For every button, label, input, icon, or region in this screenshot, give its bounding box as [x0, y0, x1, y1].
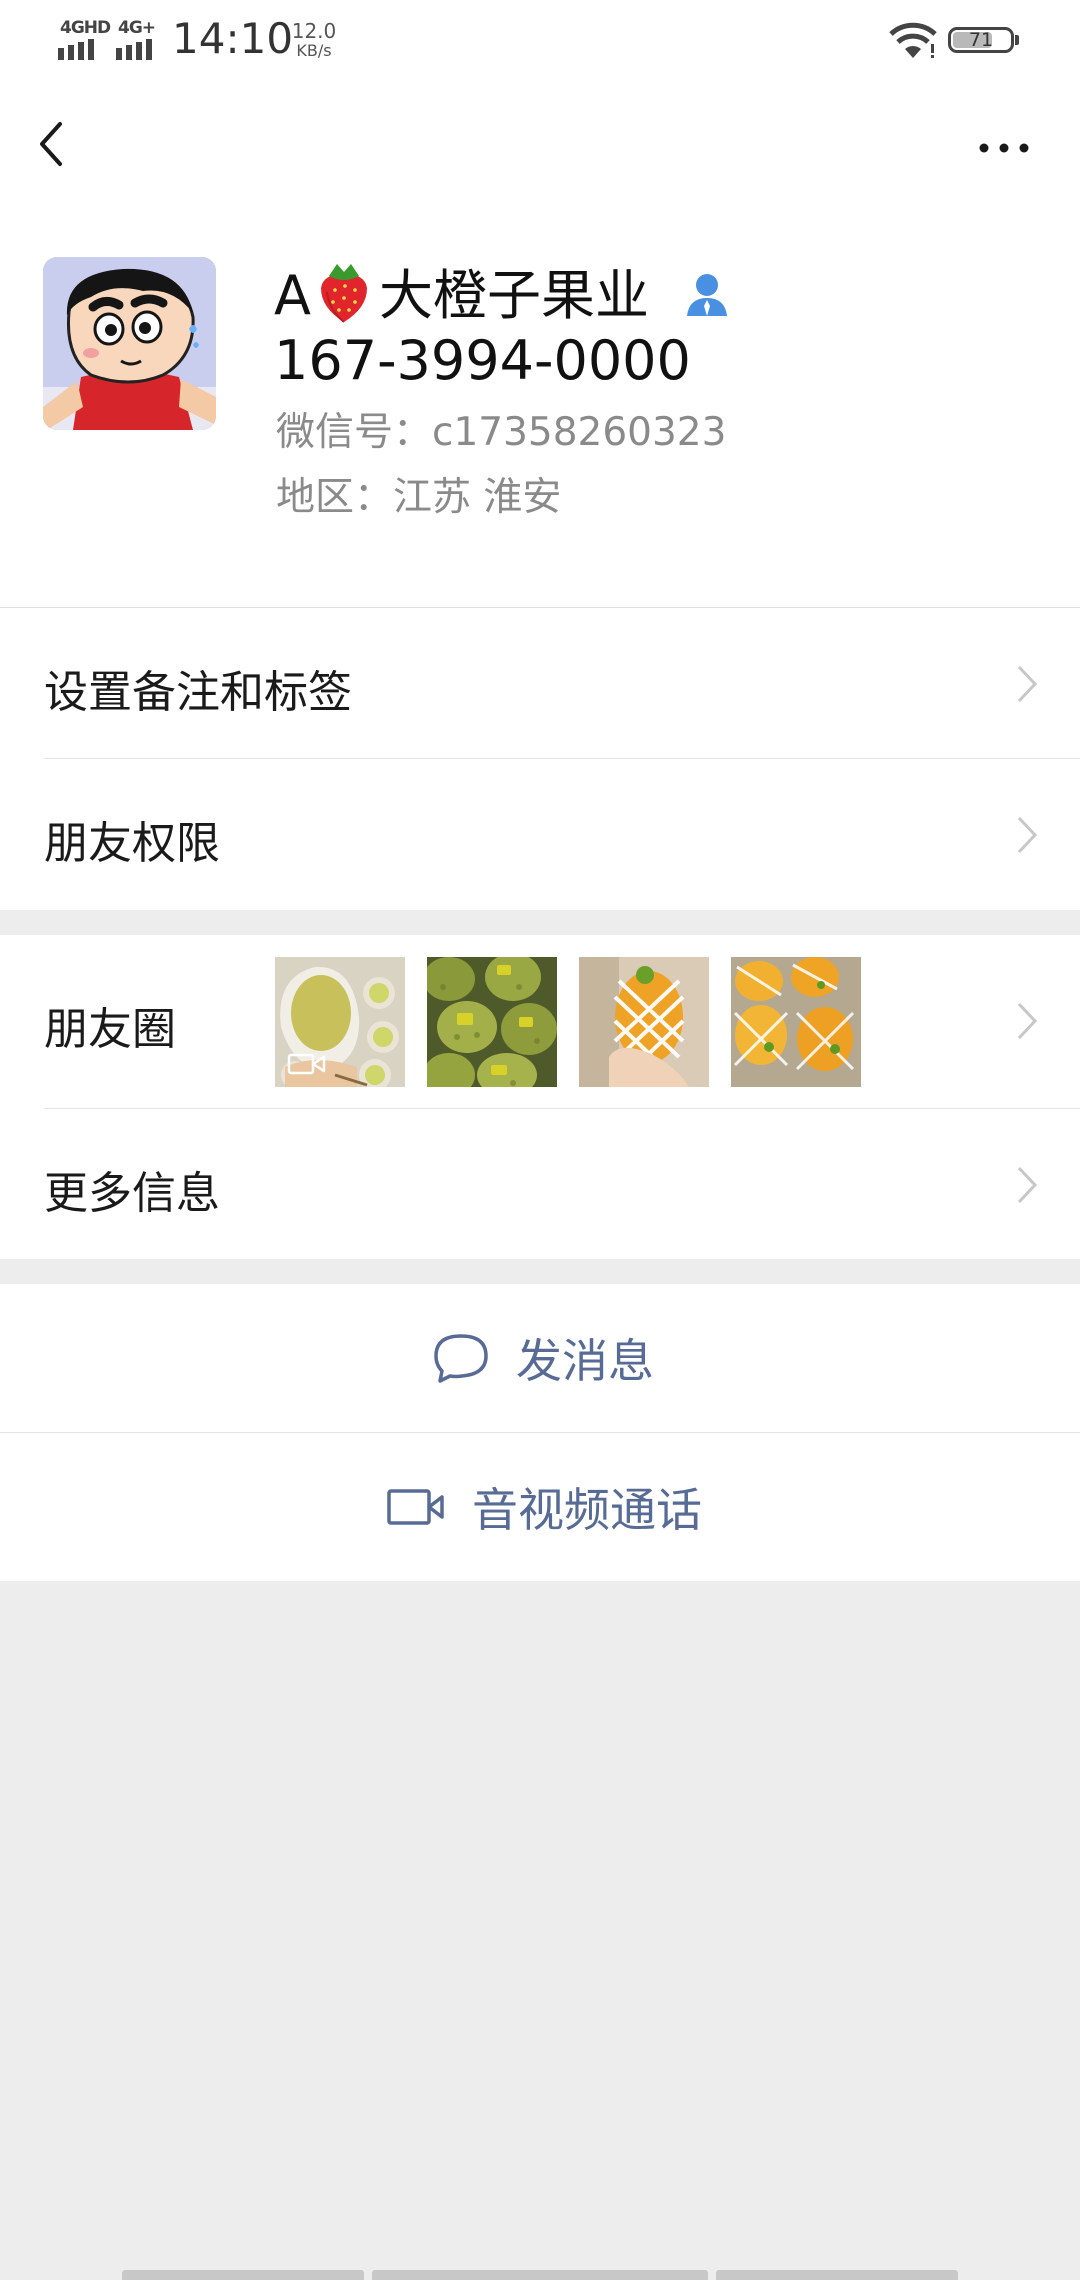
nickname-prefix: A: [274, 263, 311, 327]
avatar[interactable]: [43, 257, 216, 430]
video-camera-icon: [387, 1489, 444, 1525]
moment-thumb-2-image: [427, 957, 557, 1087]
battery-icon: 71: [948, 27, 1019, 53]
clock: 14:10: [172, 14, 294, 63]
back-button[interactable]: [22, 112, 86, 176]
sim1-network-type: 4GHD: [60, 18, 111, 38]
remark-tags-label: 设置备注和标签: [44, 667, 352, 718]
moment-thumb-4-image: [731, 957, 861, 1087]
nav-indicator: [372, 2270, 708, 2280]
network-speed-value: 12.0: [291, 19, 337, 43]
nickname-row: A 大橙子果业: [274, 260, 729, 330]
contact-phone: 167-3994-0000: [274, 329, 691, 392]
send-message-label: 发消息: [516, 1334, 654, 1388]
friend-permissions-cell[interactable]: 朋友权限: [0, 759, 1080, 910]
more-options-button[interactable]: [968, 118, 1040, 178]
send-message-button[interactable]: 发消息: [0, 1284, 1080, 1432]
status-bar: 4GHD 4G+ 14:10 12.0 KB/s 71: [0, 0, 1080, 82]
settings-group: 设置备注和标签 朋友权限: [0, 608, 1080, 910]
network-speed: 12.0 KB/s: [284, 19, 344, 60]
moment-thumb-4[interactable]: [731, 957, 861, 1087]
video-call-label: 音视频通话: [472, 1483, 702, 1537]
profile-header: A 大橙子果业 167-3994-0000 微信号：c17358260323 地…: [0, 218, 1080, 608]
avatar-cartoon-image: [43, 257, 216, 430]
signal-icon: 4G+: [116, 18, 168, 60]
chevron-right-icon: [1017, 816, 1038, 854]
more-dots-icon: [979, 143, 1029, 153]
contact-nickname: A 大橙子果业: [274, 260, 649, 331]
network-speed-unit: KB/s: [296, 41, 332, 60]
remark-tags-cell[interactable]: 设置备注和标签: [0, 608, 1080, 759]
nav-indicator: [716, 2270, 958, 2280]
chevron-left-icon: [40, 122, 62, 166]
moments-label: 朋友圈: [44, 1004, 176, 1055]
nickname-suffix: 大橙子果业: [378, 263, 649, 327]
moment-thumb-3-image: [579, 957, 709, 1087]
chevron-right-icon: [1017, 1166, 1038, 1204]
strawberry-emoji-icon: [320, 263, 367, 323]
nav-indicator: [122, 2270, 364, 2280]
chevron-right-icon: [1017, 665, 1038, 703]
moment-thumb-3[interactable]: [579, 957, 709, 1087]
moments-cell[interactable]: 朋友圈: [0, 935, 1080, 1108]
info-group: 朋友圈 更多信息: [0, 935, 1080, 1259]
wechat-id: 微信号：c17358260323: [276, 410, 727, 455]
video-camera-icon: [287, 1053, 326, 1075]
moment-thumb-1[interactable]: [275, 957, 405, 1087]
moment-thumb-2[interactable]: [427, 957, 557, 1087]
contact-person-icon: [686, 274, 727, 316]
more-info-cell[interactable]: 更多信息: [0, 1109, 1080, 1259]
video-call-button[interactable]: 音视频通话: [0, 1433, 1080, 1581]
friend-permissions-label: 朋友权限: [44, 818, 220, 869]
battery-level: 71: [968, 29, 994, 51]
signal-icon: 4GHD: [58, 18, 111, 60]
moments-thumbnails: [275, 957, 861, 1087]
sim2-network-type: 4G+: [118, 18, 156, 38]
region: 地区：江苏 淮安: [276, 475, 562, 520]
more-info-label: 更多信息: [44, 1168, 220, 1219]
chevron-right-icon: [1017, 1002, 1038, 1040]
nav-bar: [0, 82, 1080, 218]
wifi-icon: [889, 22, 937, 58]
chat-bubble-icon: [434, 1334, 488, 1383]
